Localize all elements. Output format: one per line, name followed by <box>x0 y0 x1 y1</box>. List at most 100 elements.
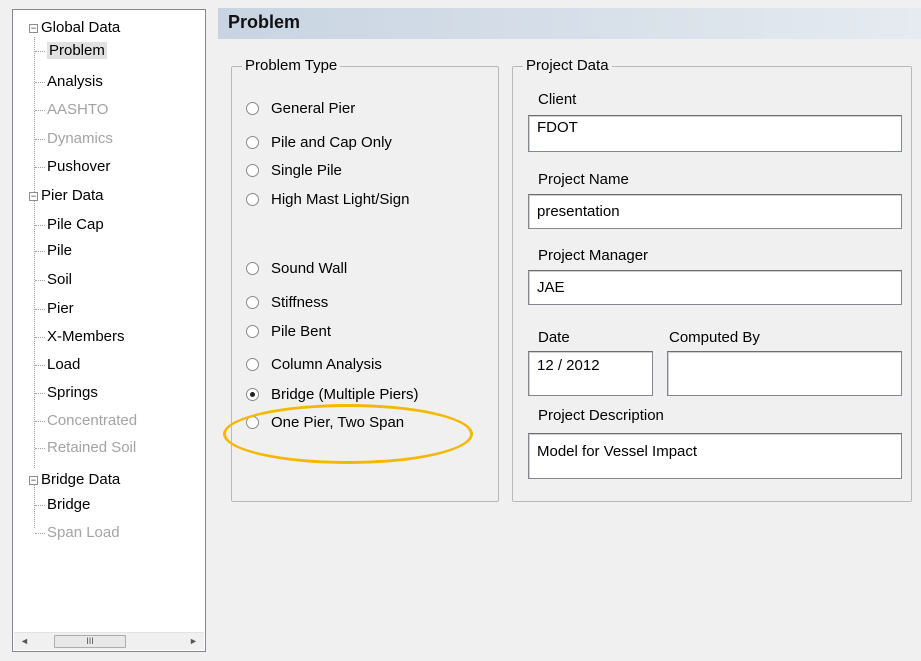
tree-connector <box>35 225 45 226</box>
radio-stiffness[interactable]: Stiffness <box>246 292 328 314</box>
tree-node-pushover[interactable]: Pushover <box>47 156 110 178</box>
tree-node-label: Pile Cap <box>47 216 104 233</box>
radio-button[interactable] <box>246 261 259 275</box>
tree-connector <box>35 51 45 52</box>
tree-connector <box>35 251 45 252</box>
tree-connector <box>35 280 45 281</box>
radio-button[interactable] <box>246 192 259 206</box>
tree-node-pier-data[interactable]: Pier Data <box>41 185 104 207</box>
problem-type-legend: Problem Type <box>242 57 341 74</box>
collapse-icon[interactable]: − <box>29 24 38 33</box>
scroll-thumb[interactable]: III <box>54 635 126 648</box>
collapse-icon[interactable]: − <box>29 192 38 201</box>
tree-connector <box>35 82 45 83</box>
tree-node-pier[interactable]: Pier <box>47 298 74 320</box>
radio-bridge-multiple-piers[interactable]: Bridge (Multiple Piers) <box>246 384 419 406</box>
tree-connector <box>35 309 45 310</box>
date-label: Date <box>538 329 570 346</box>
tree-node-label: Retained Soil <box>47 439 137 456</box>
radio-sound-wall[interactable]: Sound Wall <box>246 258 347 280</box>
radio-pile-bent[interactable]: Pile Bent <box>246 321 331 343</box>
tree-node-label: Analysis <box>47 73 103 90</box>
tree-node-label: Pier Data <box>41 187 104 204</box>
tree-connector <box>34 37 35 468</box>
tree-node-dynamics: Dynamics <box>47 128 113 150</box>
project-name-label: Project Name <box>538 171 629 188</box>
tree-connector <box>35 505 45 506</box>
radio-button[interactable] <box>246 101 259 115</box>
scroll-left-icon[interactable]: ◄ <box>16 633 33 650</box>
radio-button[interactable] <box>246 324 259 338</box>
radio-button[interactable] <box>246 415 259 429</box>
navigation-tree[interactable]: − Global Data Problem Analysis AASHTO Dy… <box>12 9 206 652</box>
tree-node-soil[interactable]: Soil <box>47 269 72 291</box>
project-manager-field[interactable]: JAE <box>528 270 902 305</box>
page-header: Problem <box>218 8 921 39</box>
horizontal-scrollbar[interactable]: ◄ III ► <box>14 632 204 650</box>
scroll-right-icon[interactable]: ► <box>185 633 202 650</box>
tree-node-global-data[interactable]: Global Data <box>41 17 120 39</box>
tree-connector <box>35 448 45 449</box>
radio-one-pier-two-span[interactable]: One Pier, Two Span <box>246 412 404 434</box>
tree-node-label: Pier <box>47 300 74 317</box>
tree-node-x-members[interactable]: X-Members <box>47 326 125 348</box>
tree-node-label: Span Load <box>47 524 120 541</box>
tree-node-aashto: AASHTO <box>47 99 108 121</box>
computed-by-label: Computed By <box>669 329 760 346</box>
tree-node-label: Soil <box>47 271 73 288</box>
computed-by-field[interactable] <box>667 351 902 396</box>
tree-connector <box>35 365 45 366</box>
tree-node-bridge[interactable]: Bridge <box>47 494 90 516</box>
collapse-icon[interactable]: − <box>29 476 38 485</box>
radio-button[interactable] <box>246 357 259 371</box>
page-title: Problem <box>228 12 301 32</box>
project-description-field[interactable]: Model for Vessel Impact <box>528 433 902 479</box>
tree-node-label: AASHTO <box>47 101 109 118</box>
radio-label: General Pier <box>271 100 356 117</box>
tree-node-label: Pile <box>47 242 73 259</box>
tree-connector <box>35 139 45 140</box>
tree-node-label: Springs <box>47 384 98 401</box>
radio-column-analysis[interactable]: Column Analysis <box>246 354 382 376</box>
tree-node-pile[interactable]: Pile <box>47 240 72 262</box>
radio-button[interactable] <box>246 135 259 149</box>
radio-button[interactable] <box>246 295 259 309</box>
radio-label: One Pier, Two Span <box>271 414 405 431</box>
tree-node-retained-soil: Retained Soil <box>47 437 136 459</box>
tree-connector <box>35 110 45 111</box>
tree-connector <box>35 533 45 534</box>
radio-button-checked[interactable] <box>246 387 259 401</box>
tree-node-label: Pushover <box>47 158 111 175</box>
project-data-group: Project Data Client FDOT Project Name pr… <box>512 57 912 502</box>
tree-connector <box>35 337 45 338</box>
tree-node-pile-cap[interactable]: Pile Cap <box>47 214 104 236</box>
radio-label: Stiffness <box>271 294 329 311</box>
tree-node-springs[interactable]: Springs <box>47 382 98 404</box>
date-field[interactable]: 12 / 2012 <box>528 351 653 396</box>
tree-node-analysis[interactable]: Analysis <box>47 71 103 93</box>
tree-node-label: Global Data <box>41 19 121 36</box>
project-name-field[interactable]: presentation <box>528 194 902 229</box>
project-manager-label: Project Manager <box>538 247 649 264</box>
problem-type-group: Problem Type General Pier Pile and Cap O… <box>231 57 499 502</box>
tree-node-label: Concentrated <box>47 412 138 429</box>
tree-node-label: Bridge <box>47 496 91 513</box>
client-field[interactable]: FDOT <box>528 115 902 152</box>
radio-general-pier[interactable]: General Pier <box>246 98 355 120</box>
radio-pile-and-cap-only[interactable]: Pile and Cap Only <box>246 132 392 154</box>
radio-single-pile[interactable]: Single Pile <box>246 160 342 182</box>
radio-high-mast-light-sign[interactable]: High Mast Light/Sign <box>246 189 409 211</box>
client-label: Client <box>538 91 577 108</box>
tree-node-problem[interactable]: Problem <box>47 40 107 62</box>
radio-label: Column Analysis <box>271 356 382 373</box>
tree-node-label: Bridge Data <box>41 471 121 488</box>
tree-node-load[interactable]: Load <box>47 354 80 376</box>
project-data-legend: Project Data <box>523 57 612 74</box>
tree-node-bridge-data[interactable]: Bridge Data <box>41 469 120 491</box>
project-description-label: Project Description <box>538 407 664 424</box>
tree-node-label: Load <box>47 356 81 373</box>
tree-connector <box>35 421 45 422</box>
radio-button[interactable] <box>246 163 259 177</box>
tree-node-label: X-Members <box>47 328 125 345</box>
tree-connector <box>34 484 35 528</box>
